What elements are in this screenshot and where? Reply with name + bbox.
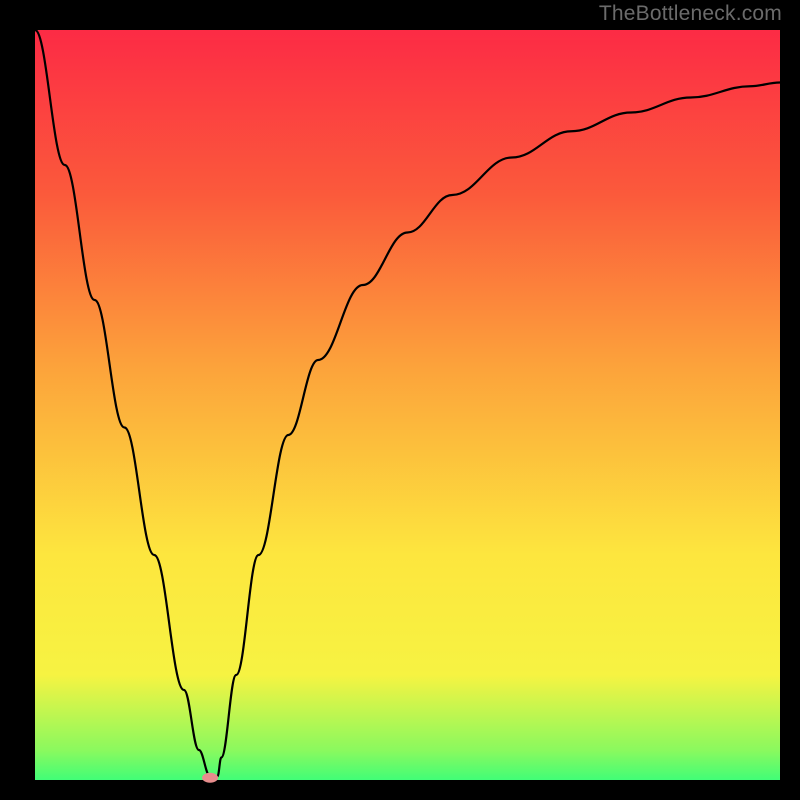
plot-background (35, 30, 780, 780)
attribution-label: TheBottleneck.com (599, 2, 782, 26)
chart-frame: TheBottleneck.com (0, 0, 800, 800)
optimum-marker (202, 773, 218, 783)
bottleneck-chart (0, 0, 800, 800)
